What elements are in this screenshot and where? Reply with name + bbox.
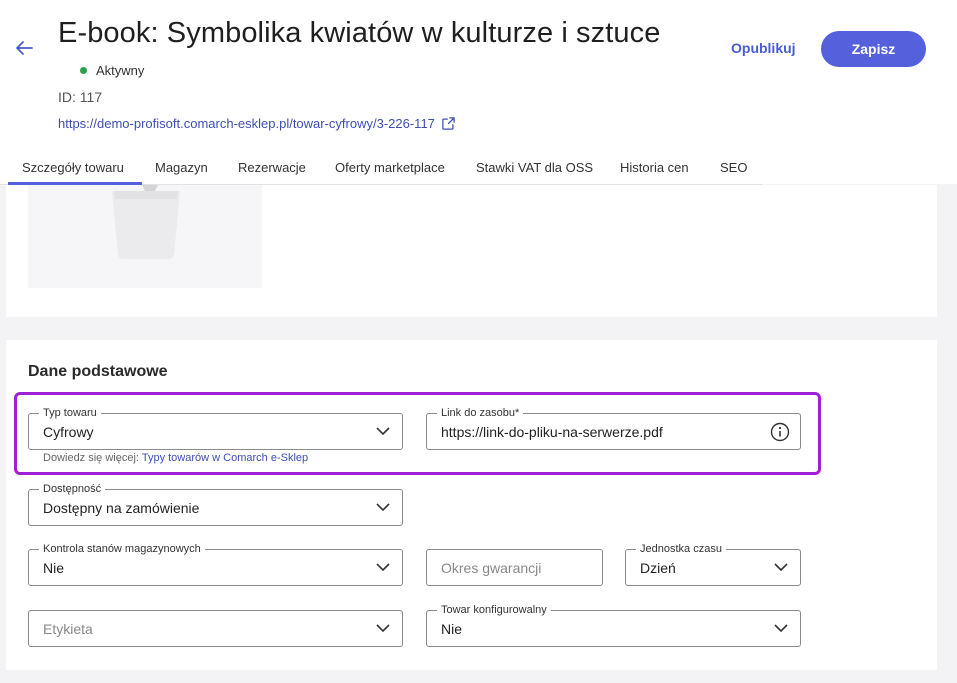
resource-link-label: Link do zasobu* (437, 406, 524, 420)
time-unit-select[interactable]: Jednostka czasu Dzień (625, 542, 801, 586)
availability-label: Dostępność (39, 482, 106, 496)
product-url-link[interactable]: https://demo-profisoft.comarch-esklep.pl… (58, 116, 456, 131)
chevron-down-icon (774, 624, 788, 633)
tab-historia-cen[interactable]: Historia cen (620, 151, 689, 185)
stock-control-select[interactable]: Kontrola stanów magazynowych Nie (28, 542, 403, 586)
tab-rezerwacje[interactable]: Rezerwacje (238, 151, 306, 185)
save-button[interactable]: Zapisz (821, 31, 926, 67)
chevron-down-icon (376, 624, 390, 633)
arrow-left-icon[interactable] (12, 36, 36, 60)
label-placeholder: Etykieta (43, 621, 93, 637)
tab-stawki-vat[interactable]: Stawki VAT dla OSS (476, 151, 593, 185)
image-card (6, 185, 937, 317)
availability-value: Dostępny na zamówienie (43, 500, 200, 516)
page-title: E-book: Symbolika kwiatów w kulturze i s… (58, 17, 661, 49)
time-unit-value: Dzień (640, 560, 676, 576)
availability-select[interactable]: Dostępność Dostępny na zamówienie (28, 482, 403, 526)
chevron-down-icon (376, 563, 390, 572)
status-label: Aktywny (96, 63, 145, 78)
resource-link-field[interactable]: Link do zasobu* https://link-do-pliku-na… (426, 406, 801, 450)
status-dot-icon (80, 67, 87, 74)
stock-control-label: Kontrola stanów magazynowych (39, 542, 205, 556)
helper-text: Dowiedz się więcej: (43, 452, 142, 464)
resource-link-value: https://link-do-pliku-na-serwerze.pdf (441, 424, 663, 440)
status-badge: Aktywny (80, 63, 144, 78)
configurable-product-label: Towar konfigurowalny (437, 603, 551, 617)
chevron-down-icon (376, 427, 390, 436)
product-type-select[interactable]: Typ towaru Cyfrowy (28, 406, 403, 450)
product-id: ID: 117 (58, 89, 103, 105)
external-link-icon[interactable] (441, 116, 456, 131)
configurable-product-value: Nie (441, 621, 463, 637)
warranty-period-placeholder: Okres gwarancji (441, 560, 542, 576)
warranty-period-input[interactable]: Okres gwarancji (426, 549, 603, 586)
stock-control-value: Nie (43, 560, 65, 576)
section-title: Dane podstawowe (28, 363, 168, 380)
helper-link[interactable]: Typy towarów w Comarch e-Sklep (142, 452, 308, 464)
tab-szczegoly-towaru[interactable]: Szczegóły towaru (8, 151, 142, 185)
product-type-helper: Dowiedz się więcej: Typy towarów w Comar… (43, 452, 308, 464)
configurable-product-select[interactable]: Towar konfigurowalny Nie (426, 603, 801, 647)
product-url-text[interactable]: https://demo-profisoft.comarch-esklep.pl… (58, 116, 435, 131)
tab-oferty-marketplace[interactable]: Oferty marketplace (335, 151, 445, 185)
product-image[interactable] (28, 185, 262, 288)
time-unit-label: Jednostka czasu (636, 542, 726, 556)
chevron-down-icon (376, 503, 390, 512)
publish-button[interactable]: Opublikuj (722, 31, 805, 65)
page-header: E-book: Symbolika kwiatów w kulturze i s… (0, 0, 957, 185)
tab-bar: Szczegóły towaru Magazyn Rezerwacje Ofer… (0, 151, 762, 185)
product-type-value: Cyfrowy (43, 424, 94, 440)
label-select[interactable]: Etykieta (28, 610, 403, 647)
product-type-label: Typ towaru (39, 406, 101, 420)
product-image-pot (112, 185, 180, 259)
chevron-down-icon (774, 563, 788, 572)
tab-seo[interactable]: SEO (720, 151, 747, 185)
tab-magazyn[interactable]: Magazyn (155, 151, 208, 185)
info-icon[interactable] (770, 422, 790, 442)
